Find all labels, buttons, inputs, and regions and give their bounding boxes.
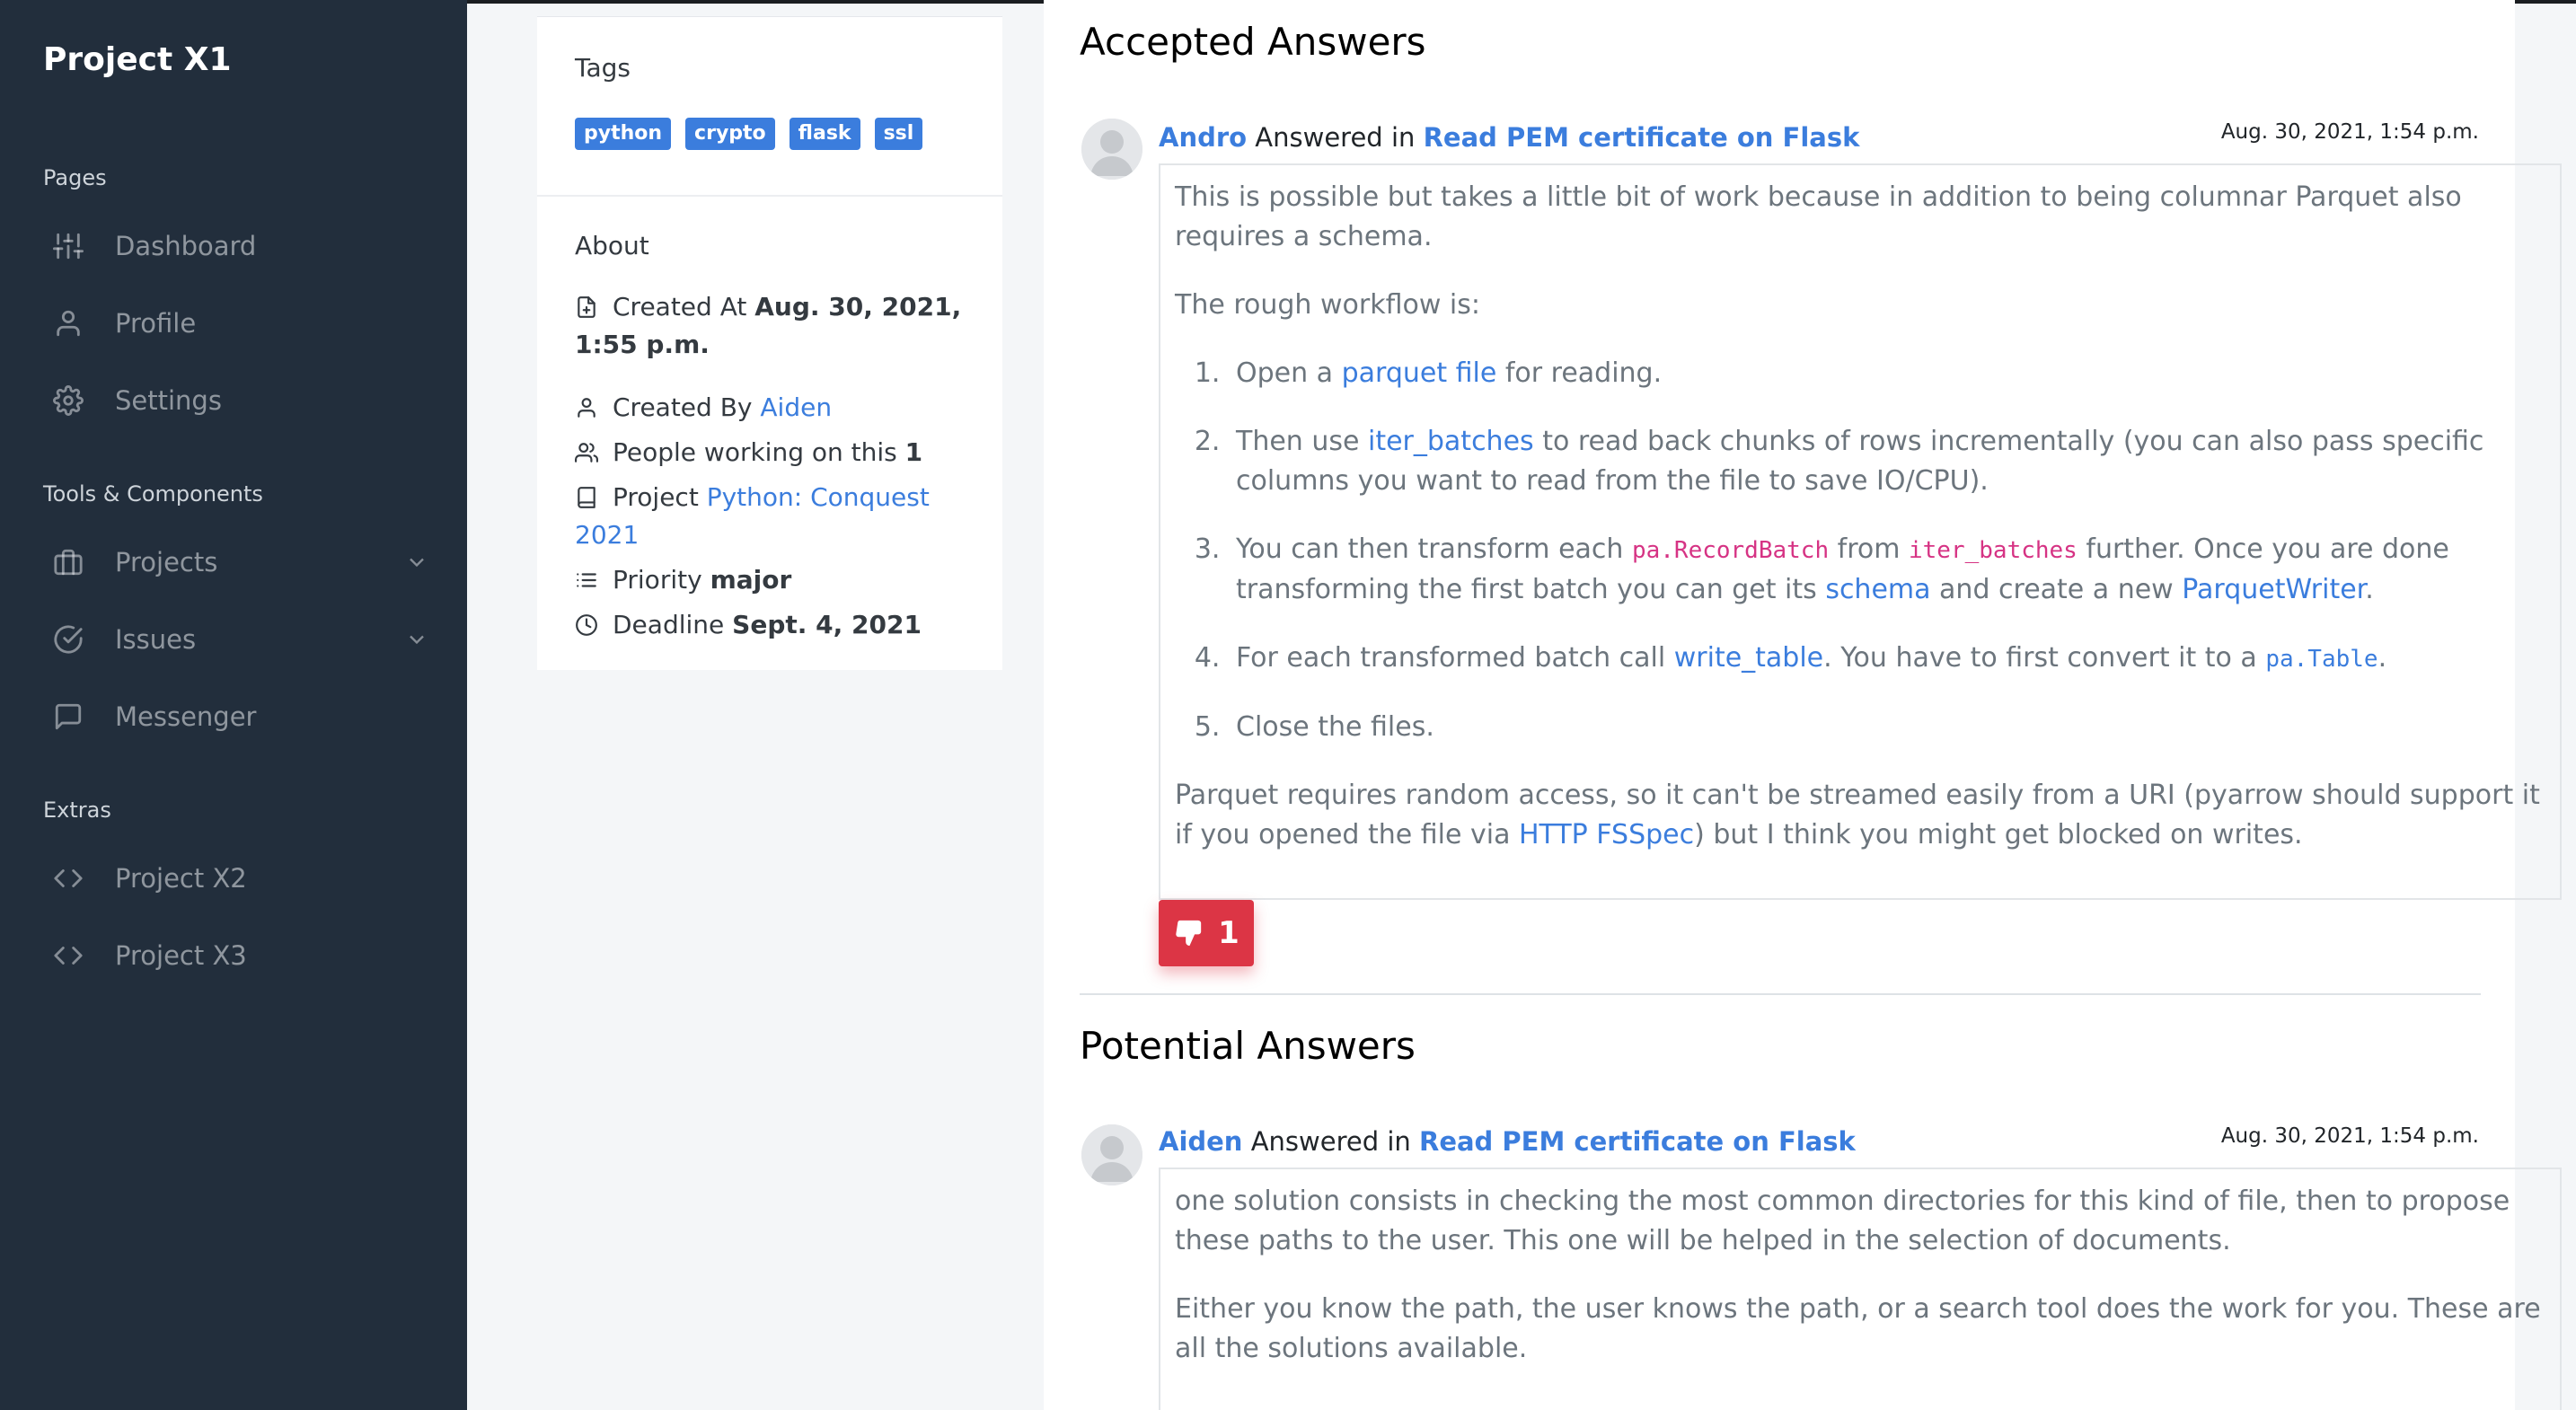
priority-value: major (710, 565, 792, 595)
schema-link[interactable]: schema (1825, 574, 1930, 605)
downvote-button[interactable]: 1 (1159, 900, 1254, 966)
priority-row: Priority major (575, 561, 979, 599)
chevron-down-icon[interactable] (404, 627, 429, 652)
file-plus-icon (575, 292, 598, 318)
people-count: 1 (904, 437, 923, 467)
people-row: People working on this 1 (575, 434, 979, 471)
created-by-row: Created By Aiden (575, 389, 979, 427)
avatar[interactable] (1081, 119, 1142, 180)
answer-author-link[interactable]: Aiden (1159, 1126, 1242, 1157)
chevron-down-icon[interactable] (404, 550, 429, 575)
sidebar-item-issues[interactable]: Issues (52, 612, 429, 666)
briefcase-icon (52, 546, 84, 578)
avatar[interactable] (1081, 1124, 1142, 1185)
list-item: Then use iter_batches to read back chunk… (1229, 422, 2545, 501)
code-icon (52, 939, 84, 972)
question-link[interactable]: Read PEM certificate on Flask (1424, 122, 1860, 153)
sidebar-item-label: Settings (115, 385, 222, 416)
message-square-icon (52, 701, 84, 733)
tag-badge[interactable]: crypto (685, 118, 775, 150)
user-icon (575, 392, 598, 418)
divider (537, 195, 1002, 197)
tag-badge[interactable]: flask (789, 118, 860, 150)
tag-badge[interactable]: ssl (874, 118, 923, 150)
check-circle-icon (52, 623, 84, 656)
list-item: Open a parquet file for reading. (1229, 354, 2545, 393)
sidebar-item-profile[interactable]: Profile (52, 296, 429, 350)
answer-author-link[interactable]: Andro (1159, 122, 1247, 153)
gear-icon (52, 384, 84, 417)
parquetwriter-link[interactable]: ParquetWriter (2182, 574, 2365, 605)
answer-body: This is possible but takes a little bit … (1159, 163, 2562, 900)
http-fsspec-link[interactable]: HTTP FSSpec (1519, 819, 1694, 850)
sliders-icon (52, 230, 84, 262)
about-title: About (575, 231, 649, 260)
answer-date: Aug. 30, 2021, 1:54 p.m. (2220, 120, 2479, 144)
answer-meta: Andro Answered in Read PEM certificate o… (1159, 122, 1860, 153)
sidebar-item-label: Issues (115, 624, 197, 655)
list-item: Close the files. (1229, 708, 2545, 747)
sidebar-item-project-x2[interactable]: Project X2 (52, 851, 429, 905)
potential-answers-title: Potential Answers (1080, 1024, 1416, 1068)
sidebar-item-label: Project X2 (115, 863, 247, 894)
sidebar: Project X1 Pages Dashboard Profile Setti… (0, 0, 467, 1410)
sidebar-item-label: Projects (115, 547, 218, 577)
vote-count: 1 (1218, 915, 1239, 951)
iter-batches-link[interactable]: iter_batches (1368, 426, 1534, 457)
sidebar-item-label: Messenger (115, 701, 257, 732)
users-icon (575, 437, 598, 463)
parquet-file-link[interactable]: parquet file (1342, 357, 1497, 389)
section-divider (1080, 993, 2481, 995)
workflow-list: Open a parquet file for reading. Then us… (1229, 354, 2545, 747)
inline-code: pa.RecordBatch (1631, 537, 1830, 564)
created-at-row: Created At Aug. 30, 2021, 1:55 p.m. (575, 292, 962, 359)
sidebar-item-label: Project X3 (115, 940, 247, 971)
project-row: Project Python: Conquest 2021 (575, 482, 930, 550)
write-table-link[interactable]: write_table (1674, 642, 1823, 674)
book-icon (575, 482, 598, 508)
sidebar-header-tools: Tools & Components (43, 481, 263, 507)
brand-title[interactable]: Project X1 (43, 41, 232, 78)
sidebar-item-label: Dashboard (115, 231, 257, 261)
deadline-row: Deadline Sept. 4, 2021 (575, 606, 979, 644)
list-icon (575, 565, 598, 588)
thumbs-down-icon (1176, 920, 1202, 947)
answer-date: Aug. 30, 2021, 1:54 p.m. (2220, 1124, 2479, 1148)
list-item: For each transformed batch call write_ta… (1229, 639, 2545, 679)
sidebar-item-dashboard[interactable]: Dashboard (52, 219, 429, 273)
pa-table-code-link[interactable]: pa.Table (2265, 646, 2378, 673)
sidebar-item-projects[interactable]: Projects (52, 535, 429, 589)
created-by-link[interactable]: Aiden (760, 392, 832, 422)
tag-list: python crypto flask ssl (575, 118, 923, 150)
clock-icon (575, 610, 598, 636)
accepted-answers-title: Accepted Answers (1080, 20, 1426, 64)
inline-code: iter_batches (1909, 537, 2078, 564)
tag-badge[interactable]: python (575, 118, 672, 150)
code-icon (52, 862, 84, 894)
answers-panel: Accepted Answers Andro Answered in Read … (1044, 0, 2562, 1410)
user-icon (52, 307, 84, 339)
question-link[interactable]: Read PEM certificate on Flask (1419, 1126, 1856, 1157)
sidebar-item-messenger[interactable]: Messenger (52, 690, 429, 744)
deadline-value: Sept. 4, 2021 (732, 610, 922, 639)
sidebar-item-settings[interactable]: Settings (52, 374, 429, 427)
tags-title: Tags (575, 53, 631, 83)
sidebar-header-extras: Extras (43, 798, 111, 823)
sidebar-item-project-x3[interactable]: Project X3 (52, 929, 429, 983)
issue-details-card: Tags python crypto flask ssl About Creat… (537, 16, 1002, 670)
sidebar-item-label: Profile (115, 308, 197, 339)
answer-meta: Aiden Answered in Read PEM certificate o… (1159, 1126, 1856, 1157)
sidebar-header-pages: Pages (43, 165, 107, 190)
list-item: You can then transform each pa.RecordBat… (1229, 530, 2545, 610)
answer-body: one solution consists in checking the mo… (1159, 1168, 2562, 1410)
